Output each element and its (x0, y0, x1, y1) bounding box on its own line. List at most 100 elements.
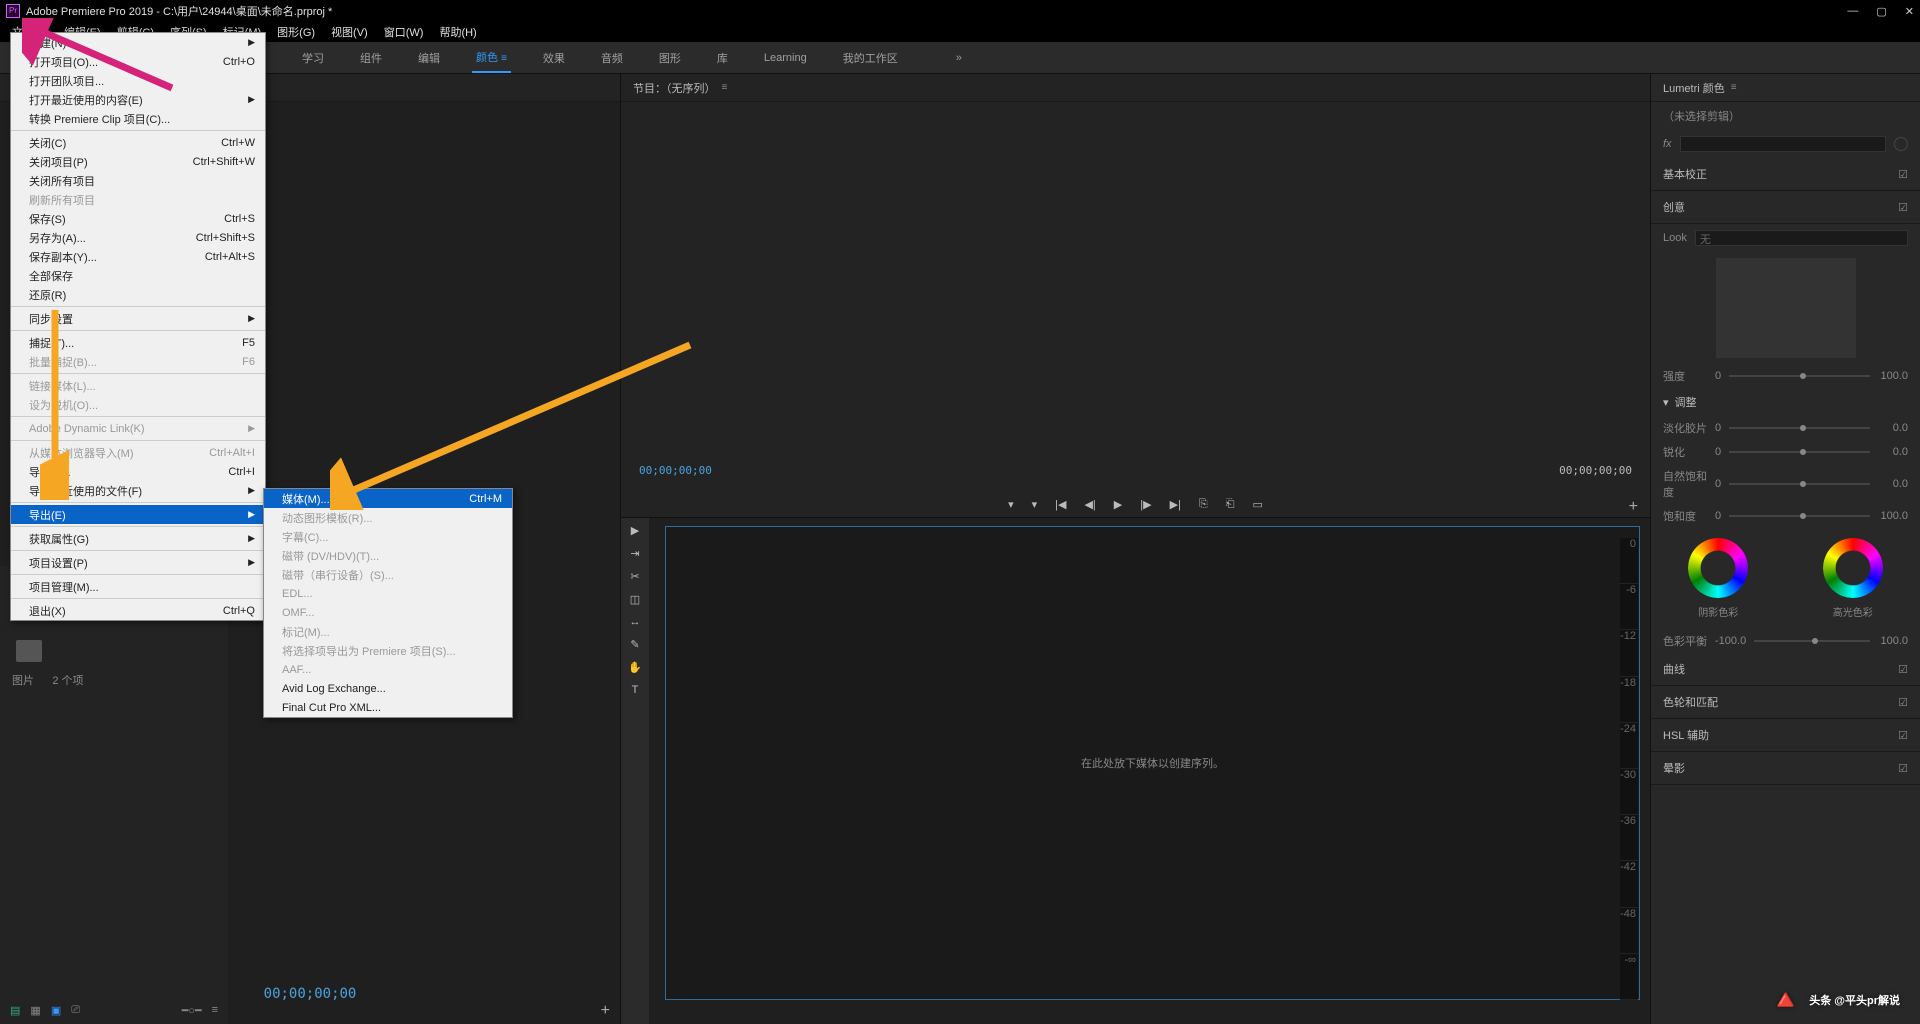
razor-tool-icon[interactable]: ◫ (630, 593, 640, 606)
pen-tool-icon[interactable]: ✎ (630, 638, 639, 651)
menu-item[interactable]: 保存(S)Ctrl+S (11, 209, 265, 228)
extract-icon[interactable]: ⎗ (1226, 498, 1235, 511)
menu-item[interactable]: 关闭项目(P)Ctrl+Shift+W (11, 152, 265, 171)
section-vignette[interactable]: 晕影 (1663, 760, 1685, 776)
highlight-wheel[interactable] (1823, 538, 1883, 598)
menu-item[interactable]: 还原(R) (11, 285, 265, 304)
menu-item[interactable]: 关闭所有项目 (11, 171, 265, 190)
menu-help[interactable]: 帮助(H) (433, 22, 482, 42)
sort-icon[interactable]: ⎚ (71, 1004, 80, 1017)
menu-window[interactable]: 窗口(W) (378, 22, 430, 42)
new-item-icon[interactable]: ≡ (212, 1004, 218, 1016)
timeline-drop-area[interactable]: 在此处放下媒体以创建序列。 (665, 526, 1640, 1000)
no-clip-label: （未选择剪辑） (1663, 108, 1740, 124)
lift-icon[interactable]: ⎘ (1199, 498, 1208, 511)
ws-tab-assembly[interactable]: 组件 (356, 44, 386, 72)
menu-item[interactable]: 全部保存 (11, 266, 265, 285)
mark-out-icon[interactable]: ▾ (1032, 498, 1038, 511)
type-tool-icon[interactable]: T (632, 684, 639, 696)
ws-overflow-icon[interactable]: » (956, 52, 962, 64)
close-button[interactable]: ✕ (1905, 5, 1914, 18)
maximize-button[interactable]: ▢ (1876, 5, 1886, 18)
vibrance-slider[interactable] (1729, 483, 1870, 485)
checkbox-icon[interactable]: ☑ (1898, 762, 1908, 775)
folder-icon[interactable] (16, 640, 42, 662)
go-out-icon[interactable]: ▶| (1170, 498, 1181, 511)
menu-item[interactable]: 获取属性(G)▶ (11, 529, 265, 548)
section-curves[interactable]: 曲线 (1663, 661, 1685, 677)
reset-icon[interactable] (1894, 137, 1908, 151)
menu-item[interactable]: 保存副本(Y)...Ctrl+Alt+S (11, 247, 265, 266)
panel-menu-icon[interactable]: ≡ (722, 82, 728, 93)
mark-in-icon[interactable]: ▾ (1008, 498, 1014, 511)
play-icon[interactable]: ▶ (1114, 498, 1122, 511)
checkbox-icon[interactable]: ☑ (1898, 201, 1908, 214)
saturation-slider[interactable] (1729, 515, 1870, 517)
ripple-tool-icon[interactable]: ✂ (630, 570, 639, 583)
checkbox-icon[interactable]: ☑ (1898, 168, 1908, 181)
add-button-icon[interactable]: + (1629, 498, 1638, 516)
icon-view-icon[interactable]: ▦ (30, 1004, 40, 1017)
menu-item[interactable]: 关闭(C)Ctrl+W (11, 133, 265, 152)
checkbox-icon[interactable]: ☑ (1898, 729, 1908, 742)
ws-tab-graphics[interactable]: 图形 (655, 44, 685, 72)
sharpen-slider[interactable] (1729, 451, 1870, 453)
selection-tool-icon[interactable]: ▶ (631, 524, 639, 537)
add-button-icon[interactable]: + (601, 1002, 610, 1020)
look-dropdown[interactable]: 无 (1695, 230, 1908, 246)
ws-tab-learn-en[interactable]: Learning (760, 46, 811, 70)
menu-item[interactable]: 退出(X)Ctrl+Q (11, 601, 265, 620)
section-creative[interactable]: 创意 (1663, 199, 1685, 215)
export-frame-icon[interactable]: ▭ (1253, 498, 1263, 511)
section-basic[interactable]: 基本校正 (1663, 166, 1707, 182)
window-title: Adobe Premiere Pro 2019 - C:\用户\24944\桌面… (26, 3, 332, 19)
watermark: 🔺头条 @平头pr解说 (1768, 983, 1900, 1016)
menu-item[interactable]: 导出(E)▶ (11, 505, 265, 524)
track-select-icon[interactable]: ⇥ (630, 547, 639, 560)
minimize-button[interactable]: — (1847, 5, 1858, 18)
ws-tab-editing[interactable]: 编辑 (414, 44, 444, 72)
ws-tab-audio[interactable]: 音频 (597, 44, 627, 72)
chevron-down-icon[interactable]: ▾ (1663, 396, 1669, 409)
menu-item[interactable]: 项目设置(P)▶ (11, 553, 265, 572)
checkbox-icon[interactable]: ☑ (1898, 663, 1908, 676)
shadow-wheel[interactable] (1688, 538, 1748, 598)
panel-menu-icon[interactable]: ≡ (1731, 82, 1737, 93)
preset-dropdown[interactable] (1680, 136, 1886, 152)
program-timecode-right: 00;00;00;00 (1559, 464, 1632, 477)
intensity-slider[interactable] (1729, 375, 1870, 377)
step-back-icon[interactable]: ◀| (1084, 498, 1095, 511)
menu-item: 刷新所有项目 (11, 190, 265, 209)
dropdown-icon: ≡ (501, 53, 507, 64)
menu-item[interactable]: 转换 Premiere Clip 项目(C)... (11, 109, 265, 128)
list-view-icon[interactable]: ▤ (10, 1004, 20, 1017)
slip-tool-icon[interactable]: ↔ (630, 616, 641, 628)
menu-item[interactable]: 另存为(A)...Ctrl+Shift+S (11, 228, 265, 247)
annotation-arrow-pink (22, 18, 182, 98)
menu-graphics[interactable]: 图形(G) (271, 22, 321, 42)
ws-tab-mine[interactable]: 我的工作区 (839, 44, 902, 72)
zoom-slider[interactable]: ━○━ (182, 1004, 202, 1017)
submenu-item[interactable]: Final Cut Pro XML... (264, 698, 512, 717)
section-hsl[interactable]: HSL 辅助 (1663, 727, 1709, 743)
submenu-item[interactable]: Avid Log Exchange... (264, 679, 512, 698)
ws-tab-effects[interactable]: 效果 (539, 44, 569, 72)
fade-slider[interactable] (1729, 427, 1870, 429)
freeform-icon[interactable]: ▣ (51, 1004, 61, 1017)
annotation-arrow-yellow-2 (330, 340, 700, 510)
menu-item[interactable]: 项目管理(M)... (11, 577, 265, 596)
menu-view[interactable]: 视图(V) (325, 22, 374, 42)
program-tab[interactable]: 节目：（无序列） (633, 80, 716, 96)
ws-tab-libs[interactable]: 库 (713, 44, 732, 72)
section-wheelmatch[interactable]: 色轮和匹配 (1663, 694, 1718, 710)
step-fwd-icon[interactable]: |▶ (1140, 498, 1151, 511)
balance-slider[interactable] (1754, 640, 1870, 642)
timeline-hint: 在此处放下媒体以创建序列。 (1081, 755, 1224, 771)
hand-tool-icon[interactable]: ✋ (628, 661, 642, 674)
go-in-icon[interactable]: |◀ (1055, 498, 1066, 511)
lumetri-title[interactable]: Lumetri 颜色 (1663, 80, 1725, 96)
adjust-label: 调整 (1675, 394, 1697, 410)
checkbox-icon[interactable]: ☑ (1898, 696, 1908, 709)
ws-tab-color[interactable]: 颜色 ≡ (472, 43, 511, 73)
ws-tab-learning[interactable]: 学习 (298, 44, 328, 72)
